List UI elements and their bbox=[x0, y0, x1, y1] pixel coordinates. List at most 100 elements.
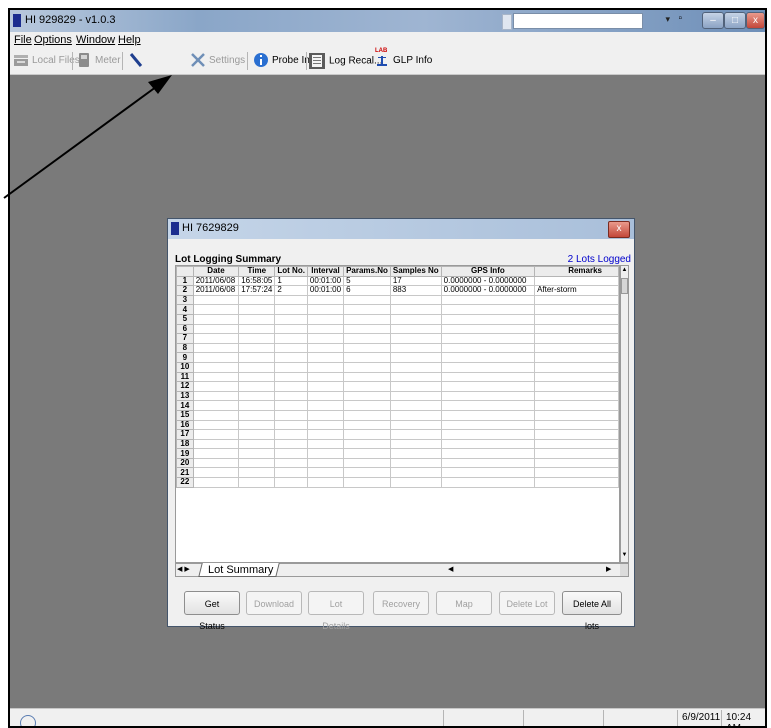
remarks-cell[interactable] bbox=[534, 467, 619, 479]
chevron-down-icon[interactable]: ▾ bbox=[665, 14, 670, 25]
local-files-button[interactable]: Local Files bbox=[13, 52, 80, 70]
title-combo-box[interactable]: ▾ ▫ bbox=[502, 13, 682, 30]
gps-info-cell[interactable] bbox=[440, 352, 536, 363]
samples-no-cell[interactable] bbox=[389, 448, 442, 459]
lot-no-cell[interactable] bbox=[274, 313, 308, 325]
remarks-cell[interactable] bbox=[534, 342, 619, 354]
remarks-cell[interactable] bbox=[534, 400, 619, 411]
date-cell[interactable] bbox=[192, 448, 240, 459]
date-cell[interactable] bbox=[192, 390, 240, 402]
download-button[interactable]: Download bbox=[246, 591, 302, 615]
interval-cell[interactable] bbox=[306, 400, 345, 411]
lot-grid[interactable]: Date Time Lot No. Interval Params.No Sam… bbox=[175, 265, 620, 563]
remarks-cell[interactable] bbox=[534, 457, 619, 469]
col-header-lot-no[interactable]: Lot No. bbox=[274, 266, 308, 277]
samples-no-cell[interactable] bbox=[389, 400, 442, 411]
lot-no-cell[interactable] bbox=[274, 477, 308, 488]
row-number[interactable]: 18 bbox=[176, 438, 194, 450]
gps-info-cell[interactable] bbox=[440, 419, 536, 431]
samples-no-cell[interactable] bbox=[389, 361, 442, 373]
row-number[interactable]: 13 bbox=[176, 390, 194, 402]
date-cell[interactable] bbox=[192, 361, 240, 373]
dialog-title-bar[interactable]: HI 7629829 x bbox=[168, 219, 634, 239]
lot-details-button[interactable]: Lot Details bbox=[308, 591, 364, 631]
col-header-params-no[interactable]: Params.No bbox=[343, 266, 391, 277]
menu-help[interactable]: Help bbox=[118, 34, 141, 46]
gps-info-cell[interactable] bbox=[440, 294, 536, 306]
lot-no-cell[interactable] bbox=[274, 429, 308, 440]
interval-cell[interactable]: 00:01:00 bbox=[306, 275, 345, 287]
date-cell[interactable] bbox=[192, 438, 240, 450]
time-cell[interactable] bbox=[238, 477, 276, 488]
gps-info-cell[interactable] bbox=[440, 342, 536, 354]
params-no-cell[interactable] bbox=[343, 371, 391, 383]
params-no-cell[interactable] bbox=[343, 448, 391, 459]
interval-cell[interactable] bbox=[306, 477, 345, 488]
params-no-cell[interactable] bbox=[343, 381, 391, 392]
params-no-cell[interactable] bbox=[343, 294, 391, 306]
scroll-thumb[interactable] bbox=[621, 278, 628, 294]
lot-no-cell[interactable] bbox=[274, 457, 308, 469]
lot-no-cell[interactable] bbox=[274, 400, 308, 411]
lot-no-cell[interactable] bbox=[274, 438, 308, 450]
date-cell[interactable] bbox=[192, 400, 240, 411]
time-cell[interactable] bbox=[238, 409, 276, 421]
row-number[interactable]: 12 bbox=[176, 381, 194, 392]
table-row[interactable]: 7 bbox=[176, 333, 619, 344]
interval-cell[interactable] bbox=[306, 409, 345, 421]
date-cell[interactable] bbox=[192, 323, 240, 335]
time-cell[interactable] bbox=[238, 400, 276, 411]
interval-cell[interactable] bbox=[306, 371, 345, 383]
gps-info-cell[interactable] bbox=[440, 304, 536, 315]
menu-window[interactable]: Window bbox=[76, 34, 115, 46]
params-no-cell[interactable] bbox=[343, 400, 391, 411]
samples-no-cell[interactable]: 17 bbox=[389, 275, 442, 287]
gps-info-cell[interactable] bbox=[440, 409, 536, 421]
params-no-cell[interactable] bbox=[343, 477, 391, 488]
scroll-down-icon[interactable]: ▼ bbox=[621, 552, 628, 561]
gps-info-cell[interactable]: 0.0000000 - 0.0000000 bbox=[440, 275, 536, 287]
params-no-cell[interactable] bbox=[343, 342, 391, 354]
row-number[interactable]: 4 bbox=[176, 304, 194, 315]
time-cell[interactable] bbox=[238, 313, 276, 325]
date-cell[interactable] bbox=[192, 477, 240, 488]
lot-no-cell[interactable] bbox=[274, 333, 308, 344]
date-cell[interactable] bbox=[192, 304, 240, 315]
time-cell[interactable] bbox=[238, 457, 276, 469]
params-no-cell[interactable] bbox=[343, 333, 391, 344]
restore-icon[interactable]: ▫ bbox=[678, 13, 682, 24]
col-header-date[interactable]: Date bbox=[192, 266, 240, 277]
dialog-close-button[interactable]: x bbox=[608, 221, 630, 238]
maximize-button[interactable]: □ bbox=[724, 12, 746, 29]
time-cell[interactable] bbox=[238, 381, 276, 392]
samples-no-cell[interactable] bbox=[389, 294, 442, 306]
params-no-cell[interactable] bbox=[343, 419, 391, 431]
table-row[interactable]: 1 2011/06/08 16:58:05 1 00:01:00 5 17 0.0000000… bbox=[176, 275, 619, 287]
row-number[interactable]: 14 bbox=[176, 400, 194, 411]
recovery-button[interactable]: Recovery bbox=[373, 591, 429, 615]
params-no-cell[interactable] bbox=[343, 457, 391, 469]
samples-no-cell[interactable] bbox=[389, 457, 442, 469]
remarks-cell[interactable] bbox=[534, 409, 619, 421]
date-cell[interactable] bbox=[192, 333, 240, 344]
gps-info-cell[interactable] bbox=[440, 429, 536, 440]
table-row[interactable]: 21 bbox=[176, 467, 619, 479]
params-no-cell[interactable] bbox=[343, 361, 391, 373]
delete-all-lots-button[interactable]: Delete All lots bbox=[562, 591, 622, 631]
date-cell[interactable] bbox=[192, 352, 240, 363]
gps-info-cell[interactable] bbox=[440, 313, 536, 325]
interval-cell[interactable] bbox=[306, 361, 345, 373]
date-cell[interactable]: 2011/06/08 bbox=[192, 285, 240, 296]
time-cell[interactable] bbox=[238, 304, 276, 315]
table-row[interactable]: 6 bbox=[176, 323, 619, 335]
log-recall-button[interactable]: Log Recal... bbox=[308, 52, 382, 70]
table-row[interactable]: 17 bbox=[176, 429, 619, 440]
table-row[interactable]: 11 bbox=[176, 371, 619, 383]
params-no-cell[interactable] bbox=[343, 429, 391, 440]
lot-no-cell[interactable] bbox=[274, 409, 308, 421]
meter-button[interactable]: Meter bbox=[76, 52, 121, 70]
table-row[interactable]: 5 bbox=[176, 313, 619, 325]
time-cell[interactable] bbox=[238, 438, 276, 450]
remarks-cell[interactable] bbox=[534, 352, 619, 363]
col-header-remarks[interactable]: Remarks bbox=[534, 266, 619, 277]
